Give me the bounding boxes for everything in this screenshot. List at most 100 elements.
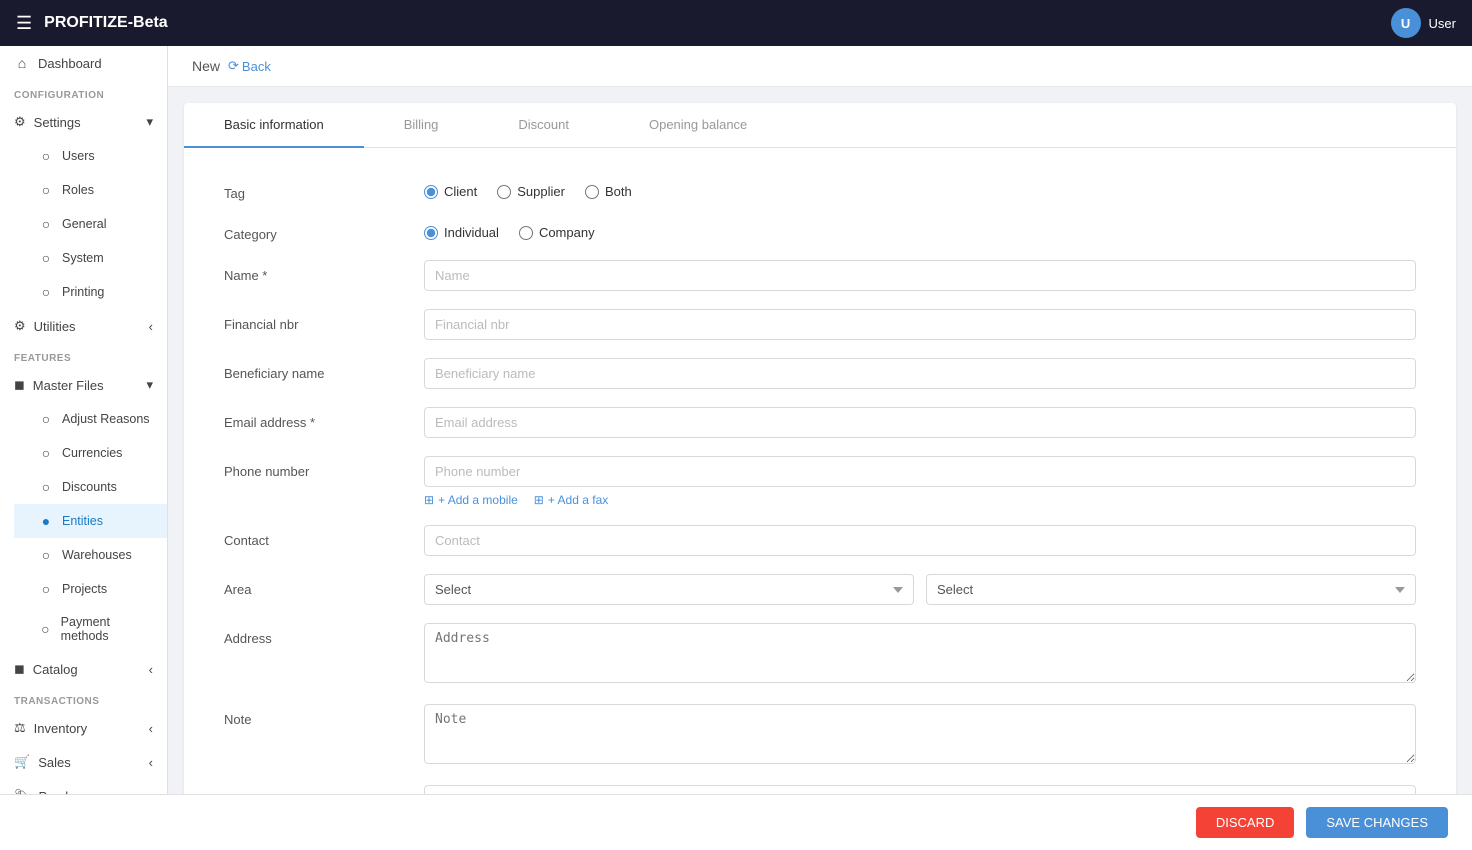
users-icon: ○ — [38, 148, 54, 164]
financial-nbr-row: Financial nbr — [224, 309, 1416, 340]
phone-row: Phone number ⊞ + Add a mobile ⊞ + Add a … — [224, 456, 1416, 507]
contact-label: Contact — [224, 525, 404, 548]
general-icon: ○ — [38, 216, 54, 232]
tag-options: Client Supplier Both — [424, 178, 1416, 199]
beneficiary-name-label: Beneficiary name — [224, 358, 404, 381]
transactions-section-label: TRANSACTIONS — [0, 686, 167, 711]
tab-billing[interactable]: Billing — [364, 103, 479, 148]
breadcrumb-new: New — [192, 58, 220, 74]
sidebar: ⌂ Dashboard CONFIGURATION ⚙ Settings ▾ ○… — [0, 46, 168, 794]
tag-radio-both[interactable] — [585, 185, 599, 199]
sidebar-item-adjust-reasons[interactable]: ○ Adjust Reasons — [14, 402, 167, 436]
beneficiary-name-input[interactable] — [424, 358, 1416, 389]
category-options: Individual Company — [424, 219, 1416, 240]
utilities-arrow-icon: ‹ — [149, 319, 153, 334]
sidebar-item-utilities[interactable]: ⚙ Utilities ‹ — [0, 309, 167, 343]
tab-opening-balance[interactable]: Opening balance — [609, 103, 787, 148]
tag-radio-group: Client Supplier Both — [424, 178, 1416, 199]
tag-option-supplier[interactable]: Supplier — [497, 184, 565, 199]
add-fax-link[interactable]: ⊞ + Add a fax — [534, 493, 608, 507]
sidebar-item-sales[interactable]: 🛒 Sales ‹ — [0, 745, 167, 779]
tag-option-both[interactable]: Both — [585, 184, 632, 199]
add-mobile-link[interactable]: ⊞ + Add a mobile — [424, 493, 518, 507]
settings-icon: ⚙ — [14, 114, 26, 130]
sidebar-item-users[interactable]: ○ Users — [14, 139, 167, 173]
sidebar-item-roles[interactable]: ○ Roles — [14, 173, 167, 207]
note-row: Note — [224, 704, 1416, 767]
sidebar-item-currencies[interactable]: ○ Currencies — [14, 436, 167, 470]
account-label: Client Account number — [224, 785, 404, 794]
sidebar-item-general[interactable]: ○ General — [14, 207, 167, 241]
note-wrap — [424, 704, 1416, 767]
area-selects: Select Select — [424, 574, 1416, 605]
topbar: ☰ PROFITIZE-Beta U User — [0, 0, 1472, 46]
area-label: Area — [224, 574, 404, 597]
sidebar-item-inventory[interactable]: ⚖ Inventory ‹ — [0, 711, 167, 745]
area-wrap: Select Select — [424, 574, 1416, 605]
master-files-arrow-icon: ▾ — [146, 377, 153, 393]
category-radio-company[interactable] — [519, 226, 533, 240]
contact-wrap — [424, 525, 1416, 556]
app-title: PROFITIZE-Beta — [44, 14, 1378, 32]
phone-extras: ⊞ + Add a mobile ⊞ + Add a fax — [424, 493, 1416, 507]
config-section-label: CONFIGURATION — [0, 80, 167, 105]
sidebar-item-purchases[interactable]: 🏷 Purchases ‹ — [0, 779, 167, 794]
main-content: New ⟳ Back Basic information Billing Dis… — [168, 46, 1472, 794]
tab-discount[interactable]: Discount — [478, 103, 609, 148]
user-menu[interactable]: U User — [1391, 8, 1456, 38]
tag-option-client[interactable]: Client — [424, 184, 477, 199]
sidebar-item-catalog[interactable]: ◼ Catalog ‹ — [0, 652, 167, 686]
sidebar-item-warehouses[interactable]: ○ Warehouses — [14, 538, 167, 572]
category-radio-individual[interactable] — [424, 226, 438, 240]
address-row: Address — [224, 623, 1416, 686]
printing-icon: ○ — [38, 284, 54, 300]
breadcrumb-back[interactable]: ⟳ Back — [228, 58, 271, 74]
tag-radio-client[interactable] — [424, 185, 438, 199]
form-tabs: Basic information Billing Discount Openi… — [184, 103, 1456, 148]
email-row: Email address * — [224, 407, 1416, 438]
inventory-icon: ⚖ — [14, 720, 26, 736]
phone-input[interactable] — [424, 456, 1416, 487]
sales-icon: 🛒 — [14, 754, 30, 770]
tab-basic-information[interactable]: Basic information — [184, 103, 364, 148]
area-select-2[interactable]: Select — [926, 574, 1416, 605]
discard-button[interactable]: DISCARD — [1196, 807, 1295, 838]
name-input[interactable] — [424, 260, 1416, 291]
contact-row: Contact — [224, 525, 1416, 556]
note-label: Note — [224, 704, 404, 727]
sidebar-item-system[interactable]: ○ System — [14, 241, 167, 275]
email-label: Email address * — [224, 407, 404, 430]
account-row: Client Account number — [224, 785, 1416, 794]
sidebar-item-entities[interactable]: ● Entities — [14, 504, 167, 538]
area-select-1[interactable]: Select — [424, 574, 914, 605]
master-files-icon: ◼ — [14, 377, 25, 393]
note-textarea[interactable] — [424, 704, 1416, 764]
sidebar-item-settings[interactable]: ⚙ Settings ▾ — [0, 105, 167, 139]
sidebar-item-projects[interactable]: ○ Projects — [14, 572, 167, 606]
save-button[interactable]: SAVE CHANGES — [1306, 807, 1448, 838]
features-section-label: FEATURES — [0, 343, 167, 368]
account-input[interactable] — [424, 785, 1416, 794]
tag-label: Tag — [224, 178, 404, 201]
beneficiary-name-wrap — [424, 358, 1416, 389]
discounts-icon: ○ — [38, 479, 54, 495]
sidebar-item-printing[interactable]: ○ Printing — [14, 275, 167, 309]
category-option-company[interactable]: Company — [519, 225, 595, 240]
sidebar-item-payment-methods[interactable]: ○ Payment methods — [14, 606, 167, 652]
user-label: User — [1429, 16, 1456, 31]
currencies-icon: ○ — [38, 445, 54, 461]
sidebar-item-master-files[interactable]: ◼ Master Files ▾ — [0, 368, 167, 402]
sidebar-item-dashboard[interactable]: ⌂ Dashboard — [0, 46, 167, 80]
menu-icon[interactable]: ☰ — [16, 13, 32, 34]
sales-arrow-icon: ‹ — [149, 755, 153, 770]
financial-nbr-input[interactable] — [424, 309, 1416, 340]
page-header: New ⟳ Back — [168, 46, 1472, 87]
tag-radio-supplier[interactable] — [497, 185, 511, 199]
contact-input[interactable] — [424, 525, 1416, 556]
name-label: Name * — [224, 260, 404, 283]
address-textarea[interactable] — [424, 623, 1416, 683]
sidebar-item-discounts[interactable]: ○ Discounts — [14, 470, 167, 504]
back-arrow-icon: ⟳ — [228, 58, 239, 74]
email-input[interactable] — [424, 407, 1416, 438]
category-option-individual[interactable]: Individual — [424, 225, 499, 240]
